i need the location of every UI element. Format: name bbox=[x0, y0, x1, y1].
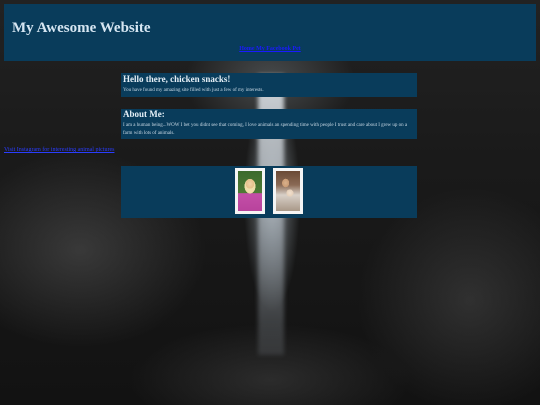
about-text: I am a human being...WOW I bet you didnt… bbox=[123, 123, 408, 136]
welcome-panel: Hello there, chicken snacks! You have fo… bbox=[121, 73, 417, 97]
about-heading: About Me: bbox=[123, 109, 165, 119]
site-title: My Awesome Website bbox=[12, 20, 151, 36]
welcome-heading: Hello there, chicken snacks! bbox=[123, 74, 231, 84]
girl-photo[interactable] bbox=[235, 168, 265, 214]
nav-link-home[interactable]: Home My Facebook Pet bbox=[4, 46, 536, 52]
photo-gallery bbox=[121, 166, 417, 218]
instagram-link[interactable]: Visit Instagram for interesting animal p… bbox=[4, 147, 114, 153]
welcome-text: You have found my amazing site filled wi… bbox=[123, 88, 264, 93]
about-panel: About Me: I am a human being...WOW I bet… bbox=[121, 109, 417, 139]
site-header: My Awesome Website Home My Facebook Pet bbox=[4, 4, 536, 61]
family-photo[interactable] bbox=[273, 168, 303, 214]
